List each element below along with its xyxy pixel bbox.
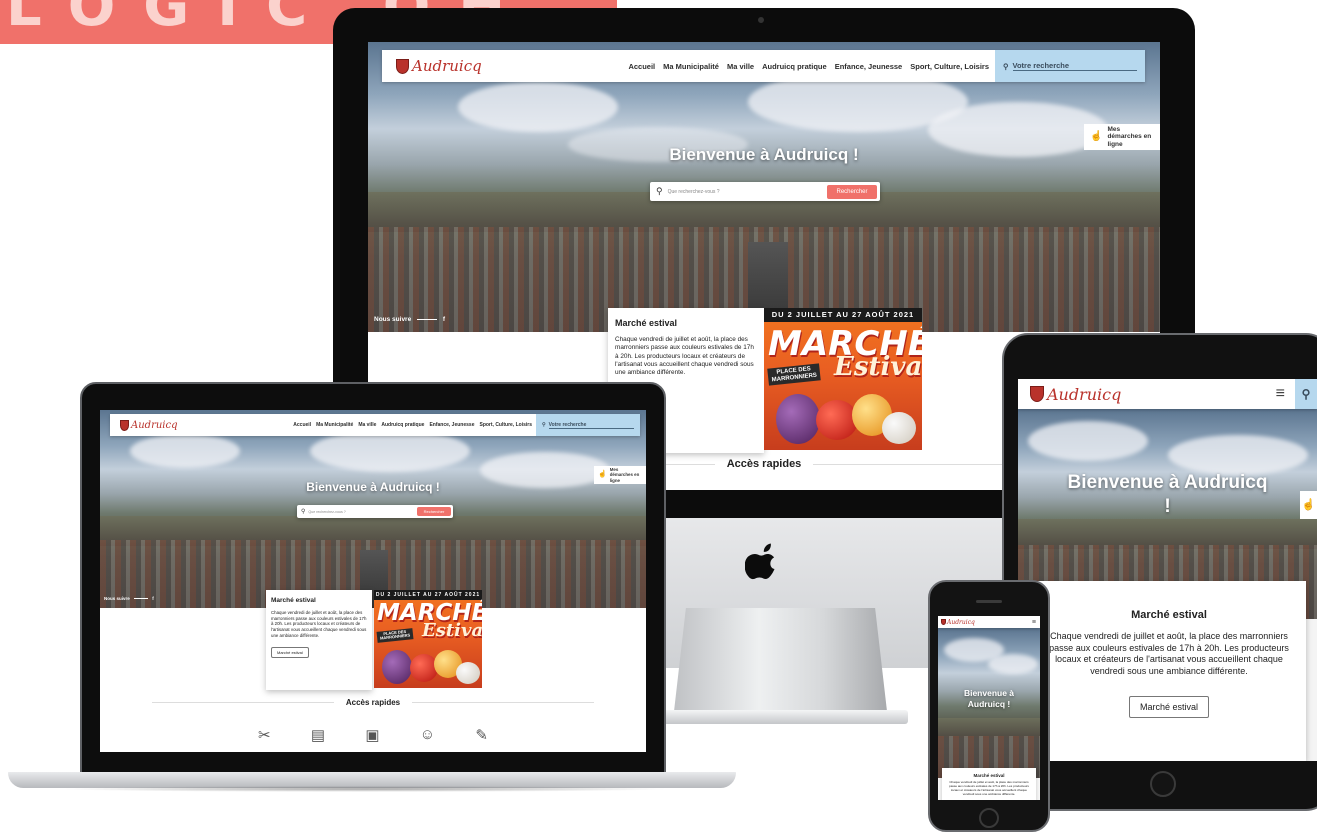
shield-icon (120, 419, 129, 431)
site-logo[interactable]: Audruicq (1018, 385, 1121, 404)
news-text: Chaque vendredi de juillet et août, la p… (1049, 631, 1289, 677)
tablet-screen: Audruicq ≡ ⚲ Bienvenue à Audruicq ! ☝ Ma… (1018, 379, 1317, 761)
hero-title: Bienvenue à Audruicq ! (306, 480, 440, 494)
nav-item-ma-ville[interactable]: Ma ville (358, 422, 376, 428)
hero-search-bar[interactable]: ⚲ Que recherchez-vous ? Rechercher (650, 182, 880, 201)
nav-item-audruicq-pratique[interactable]: Audruicq pratique (381, 422, 424, 428)
menu-icon[interactable]: ≡ (1032, 619, 1036, 626)
shield-icon (396, 58, 409, 74)
hero-title: Bienvenue à Audruicq ! (669, 145, 859, 164)
site-header: Audruicq Accueil Ma Municipalité Ma vill… (110, 414, 640, 436)
search-icon: ⚲ (656, 186, 663, 196)
hand-pointer-icon: ☝ (598, 470, 607, 478)
follow-label: Nous suivre (374, 316, 412, 323)
nav-item-accueil[interactable]: Accueil (628, 62, 655, 71)
logo-text: Audruicq (1047, 384, 1122, 404)
nav-item-ma-municipalite[interactable]: Ma Municipalité (316, 422, 353, 428)
poster-script: Estival (834, 352, 922, 382)
news-button[interactable]: Marché estival (271, 646, 309, 658)
demarches-label: Mes démarches en ligne (609, 467, 640, 483)
hero-title: Bienvenue à Audruicq ! (963, 688, 1015, 710)
news-text: Chaque vendredi de juillet et août, la p… (615, 336, 754, 377)
apple-icon (744, 540, 781, 582)
hero-search-input[interactable]: Que recherchez-vous ? (668, 189, 827, 195)
search-button[interactable]: Rechercher (827, 184, 877, 199)
search-icon: ⚲ (1003, 61, 1009, 71)
phone: Audruicq ≡ Bienvenue à Audruicq ! Marché… (928, 580, 1050, 832)
header-search[interactable]: ⚲ (1295, 379, 1317, 409)
quick-access-title: Accès rapides (140, 698, 606, 707)
nav-item-ma-municipalite[interactable]: Ma Municipalité (663, 62, 719, 71)
devices-mockup: LOGIC OH Audruicq Accueil Ma Municipalit… (0, 0, 1317, 834)
nav-item-sport-culture-loisirs[interactable]: Sport, Culture, Loisirs (479, 422, 532, 428)
site-header: Audruicq ≡ (938, 616, 1040, 628)
poster-script: Estival (422, 620, 482, 641)
nav-item-accueil[interactable]: Accueil (293, 422, 311, 428)
bus-icon[interactable]: ▤ (311, 726, 325, 744)
hero-search-input[interactable]: Que recherchez-vous ? (308, 510, 417, 514)
nav-item-audruicq-pratique[interactable]: Audruicq pratique (762, 62, 827, 71)
search-button[interactable]: Rechercher (417, 507, 451, 516)
nav-item-sport-culture-loisirs[interactable]: Sport, Culture, Loisirs (910, 62, 989, 71)
laptop: Audruicq Accueil Ma Municipalité Ma vill… (0, 382, 742, 802)
form-icon[interactable]: ✎ (475, 726, 488, 744)
demarches-button[interactable]: ☝ (1300, 491, 1317, 519)
search-icon: ⚲ (301, 509, 306, 515)
hero-title: Bienvenue à Audruicq ! (1067, 472, 1268, 517)
poster-tag: PLACE DES MARRONNIERS (767, 363, 821, 386)
header-search-label: Votre recherche (1012, 61, 1137, 71)
poster-ribbon: DU 2 JUILLET AU 27 AOÛT 2021 (764, 308, 922, 322)
nav-item-enfance-jeunesse[interactable]: Enfance, Jeunesse (429, 422, 474, 428)
menu-icon[interactable]: ≡ (1276, 385, 1285, 403)
header-search-label: Votre recherche (548, 422, 634, 429)
laptop-screen: Audruicq Accueil Ma Municipalité Ma vill… (100, 410, 646, 752)
header-search[interactable]: ⚲ Votre recherche (995, 50, 1145, 82)
news-title: Marché estival (615, 318, 678, 328)
logo-text: Audruicq (131, 419, 178, 431)
phone-screen: Audruicq ≡ Bienvenue à Audruicq ! Marché… (938, 616, 1040, 800)
demarches-label: Mes démarches en ligne (1107, 125, 1152, 148)
demarches-button[interactable]: ☝ Mes démarches en ligne (594, 466, 646, 484)
news-button[interactable]: Marché estival (1128, 695, 1210, 718)
facebook-icon[interactable]: f (152, 596, 154, 601)
logo-text: Audruicq (947, 618, 975, 626)
shield-icon (1030, 386, 1044, 402)
follow-label: Nous suivre (104, 596, 130, 601)
news-card: Marché estival Chaque vendredi de juille… (266, 590, 372, 690)
nav-item-ma-ville[interactable]: Ma ville (727, 62, 754, 71)
news-card: Marché estival Chaque vendredi de juille… (1032, 581, 1306, 761)
hand-pointer-icon: ☝ (1301, 498, 1316, 511)
site-header: Audruicq Accueil Ma Municipalité Ma vill… (382, 50, 1145, 82)
news-title: Marché estival (271, 597, 316, 604)
people-icon[interactable]: ☺ (420, 726, 435, 744)
site-header: Audruicq ≡ ⚲ (1018, 379, 1317, 409)
poster-ribbon: DU 2 JUILLET AU 27 AOÛT 2021 (374, 590, 482, 600)
header-search[interactable]: ⚲ Votre recherche (536, 414, 640, 436)
hand-pointer-icon: ☝ (1090, 131, 1103, 143)
logo-text: Audruicq (412, 57, 482, 75)
news-title: Marché estival (973, 773, 1005, 778)
tools-icon[interactable]: ✂ (258, 726, 271, 744)
site-logo[interactable]: Audruicq (382, 57, 482, 75)
shield-icon (941, 619, 946, 625)
news-title: Marché estival (1131, 609, 1207, 621)
poster-tag: PLACE DES MARRONNIERS (376, 628, 414, 643)
site-logo[interactable]: Audruicq (938, 619, 975, 626)
search-icon: ⚲ (1301, 387, 1311, 401)
news-text: Chaque vendredi de juillet et août, la p… (271, 610, 367, 638)
facebook-icon[interactable]: f (443, 316, 445, 323)
news-card: Marché estival Chaque vendredi de juille… (942, 768, 1036, 800)
search-icon: ⚲ (542, 422, 546, 428)
follow-us: Nous suivre f (374, 316, 445, 323)
event-poster[interactable]: DU 2 JUILLET AU 27 AOÛT 2021 MARCHÉ Esti… (374, 590, 482, 688)
quick-access-icons: ✂ ▤ ▣ ☺ ✎ (258, 726, 488, 744)
event-poster[interactable]: DU 2 JUILLET AU 27 AOÛT 2021 MARCHÉ Esti… (764, 308, 922, 450)
news-text: Chaque vendredi de juillet et août, la p… (949, 780, 1029, 796)
nav-item-enfance-jeunesse[interactable]: Enfance, Jeunesse (835, 62, 903, 71)
site-logo[interactable]: Audruicq (110, 419, 178, 431)
demarches-button[interactable]: ☝ Mes démarches en ligne (1084, 124, 1160, 150)
hero-search-bar[interactable]: ⚲ Que recherchez-vous ? Rechercher (297, 505, 453, 518)
follow-us: Nous suivre f (104, 596, 154, 601)
document-icon[interactable]: ▣ (365, 726, 379, 744)
